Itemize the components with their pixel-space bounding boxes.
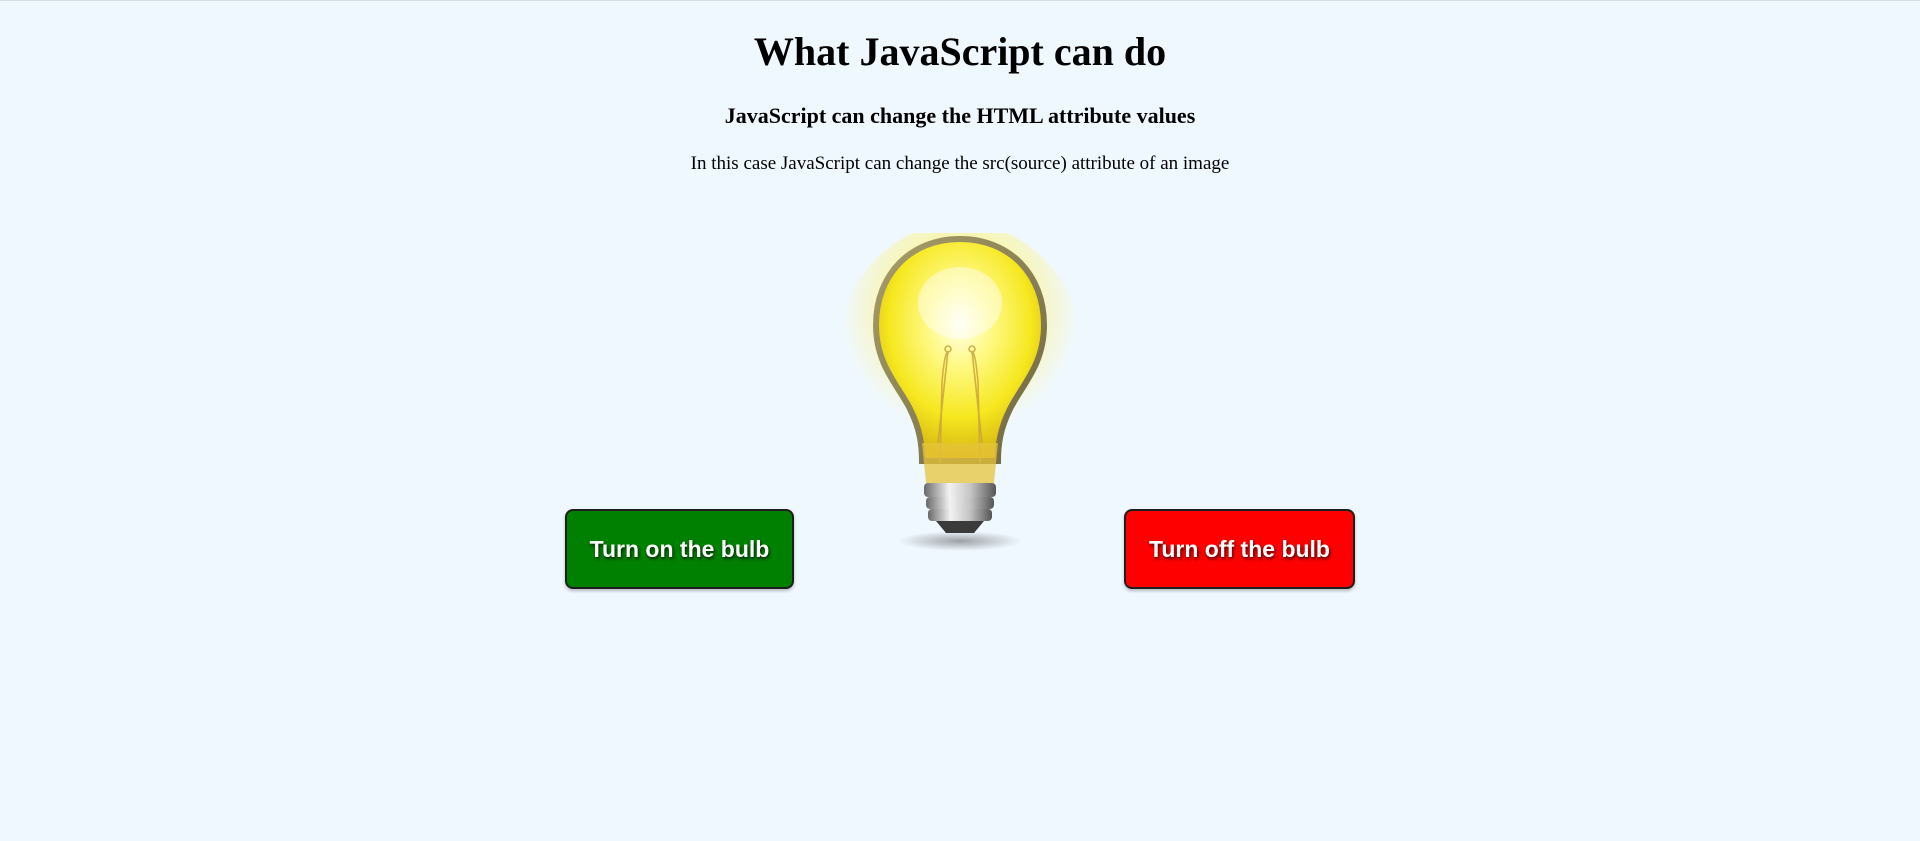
turn-on-bulb-button[interactable]: Turn on the bulb — [565, 509, 794, 589]
page-subtitle: JavaScript can change the HTML attribute… — [724, 103, 1196, 128]
turn-off-bulb-button[interactable]: Turn off the bulb — [1124, 509, 1355, 589]
page-description: In this case JavaScript can change the s… — [690, 153, 1230, 174]
lightbulb-on-icon — [840, 233, 1080, 551]
page-title: What JavaScript can do — [753, 29, 1167, 74]
